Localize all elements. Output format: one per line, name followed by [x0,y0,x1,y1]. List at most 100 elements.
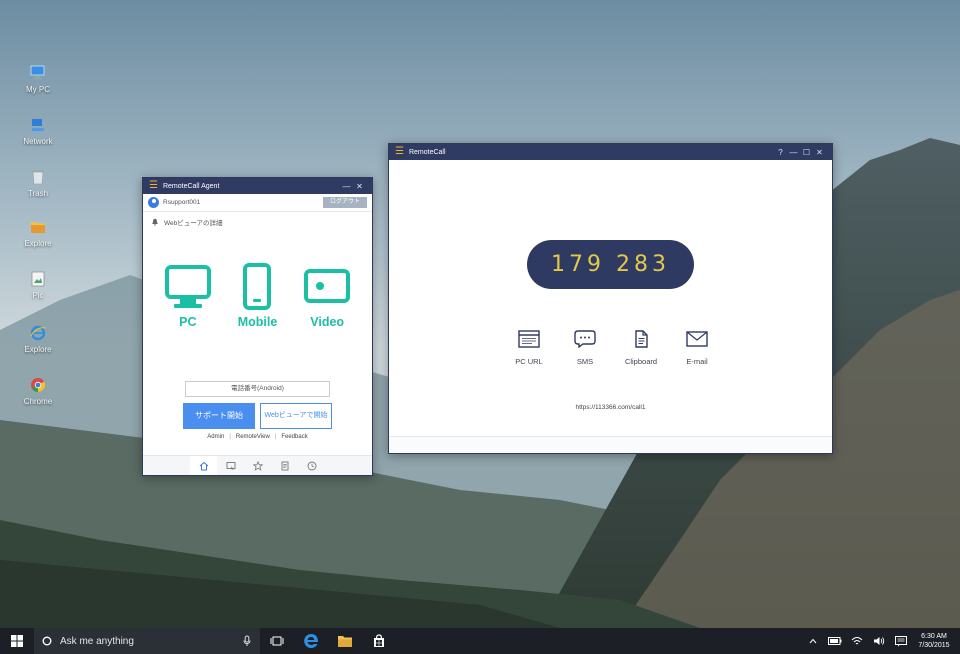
desktop-icon[interactable]: Explore [10,324,66,354]
taskbar: Ask me anything 6:30 AM 7/30/2015 [0,628,960,654]
system-tray: 6:30 AM 7/30/2015 [802,628,960,654]
connection-modes: PC Mobile Video [143,263,372,329]
chevron-up-icon [809,638,817,644]
monitor-icon [10,64,66,82]
chrome-icon [10,376,66,394]
mode-pc-label: PC [179,315,197,329]
star-icon [252,460,263,471]
home-icon [199,461,208,470]
phone-number-input[interactable]: 電話番号(Android) [185,381,330,397]
connection-url[interactable]: https://113366.com/call1 [389,404,832,411]
minimize-button[interactable]: — [340,182,353,191]
desktop-icon[interactable]: Pic [10,270,66,300]
clock-date: 7/30/2015 [918,642,950,649]
search-placeholder: Ask me anything [60,635,134,647]
share-pc-url[interactable]: PC URL [501,330,557,366]
edge-taskbar-button[interactable] [294,628,328,654]
monitor-icon [164,265,211,308]
bell-icon [152,218,158,226]
picture-icon [10,270,66,288]
store-icon [374,634,384,647]
battery-button[interactable] [824,637,846,645]
notes-tab[interactable] [271,456,298,475]
remote-cursor-icon [226,461,235,470]
task-view-icon [270,636,284,646]
share-clipboard[interactable]: Clipboard [613,330,669,366]
share-sms-label: SMS [576,357,594,366]
taskbar-clock[interactable]: 6:30 AM 7/30/2015 [912,632,956,650]
action-center-button[interactable] [890,635,912,647]
desktop-icon[interactable]: Trash [10,168,66,198]
user-name: Rsupport001 [163,199,201,206]
agent-window: ☰ RemoteCall Agent — ✕ Rsupport001 ログアウト… [142,177,373,476]
help-button[interactable]: ? [774,148,787,157]
notes-icon [281,461,288,470]
clock-icon [307,461,316,470]
speaker-icon [874,637,885,645]
mode-video[interactable]: Video [297,263,357,329]
envelope-icon [686,331,708,347]
mode-pc[interactable]: PC [158,263,218,329]
footer-links: Admin | RemoteView | Feedback [143,434,372,440]
connection-code: 179 283 [527,240,694,289]
share-sms[interactable]: SMS [557,330,613,366]
web-viewer-detail-label: Webビューアの詳細 [164,220,223,227]
minimize-button[interactable]: — [787,148,800,157]
maximize-button[interactable]: ☐ [800,148,813,157]
volume-button[interactable] [868,636,890,646]
start-button[interactable] [0,628,34,654]
close-button[interactable]: ✕ [813,148,826,157]
video-icon [304,269,351,303]
mode-mobile[interactable]: Mobile [227,263,287,329]
desktop-icon-label: My PC [26,85,50,94]
remote-control-tab[interactable] [217,456,244,475]
desktop-icon-label: Chrome [23,397,53,406]
hamburger-menu-icon[interactable]: ☰ [149,181,158,191]
admin-link[interactable]: Admin [202,434,229,440]
mode-video-label: Video [310,315,345,329]
remotecall-titlebar: ☰ RemoteCall ? — ☐ ✕ [389,144,832,160]
logout-button[interactable]: ログアウト [323,197,367,208]
share-email-label: E-mail [686,357,708,366]
chat-bubble-icon [574,330,596,348]
store-taskbar-button[interactable] [362,628,396,654]
history-tab[interactable] [298,456,325,475]
web-viewer-start-button[interactable]: Webビューアで開始 [260,403,332,429]
remotecall-window: ☰ RemoteCall ? — ☐ ✕ 179 283 PC URL SMS [388,143,833,454]
home-tab[interactable] [190,456,217,475]
folder-icon [10,218,66,236]
desktop-icon-label: Explore [24,345,52,354]
hamburger-menu-icon[interactable]: ☰ [395,147,404,157]
desktop-icon[interactable]: Chrome [10,376,66,406]
remoteview-link[interactable]: RemoteView [231,434,275,440]
network-button[interactable] [846,636,868,646]
desktop-icon-label: Trash [27,189,49,198]
agent-title: RemoteCall Agent [162,182,220,190]
cortana-circle-icon [42,636,52,646]
battery-icon [828,637,842,645]
microphone-icon[interactable] [242,635,252,647]
feedback-link[interactable]: Feedback [276,434,312,440]
favorites-tab[interactable] [244,456,271,475]
network-icon [10,116,66,134]
desktop-icon[interactable]: My PC [10,64,66,94]
internet-explorer-icon [10,324,66,342]
cortana-search-box[interactable]: Ask me anything [34,628,260,654]
folder-icon [338,636,352,647]
agent-user-bar: Rsupport001 ログアウト [143,194,372,212]
clipboard-icon [635,330,648,348]
task-view-button[interactable] [260,628,294,654]
desktop-icon-label: Pic [32,291,44,300]
share-email[interactable]: E-mail [669,330,725,366]
file-explorer-taskbar-button[interactable] [328,628,362,654]
web-viewer-detail-row[interactable]: Webビューアの詳細 [143,212,372,232]
close-button[interactable]: ✕ [353,182,366,191]
windows-logo-icon [11,635,23,647]
wifi-icon [851,637,863,645]
remotecall-footer [389,436,832,453]
start-support-button[interactable]: サポート開始 [183,403,255,429]
desktop-icon[interactable]: Explore [10,218,66,248]
desktop-icon[interactable]: Network [10,116,66,146]
show-hidden-icons-button[interactable] [802,638,824,644]
edge-icon [304,634,318,648]
